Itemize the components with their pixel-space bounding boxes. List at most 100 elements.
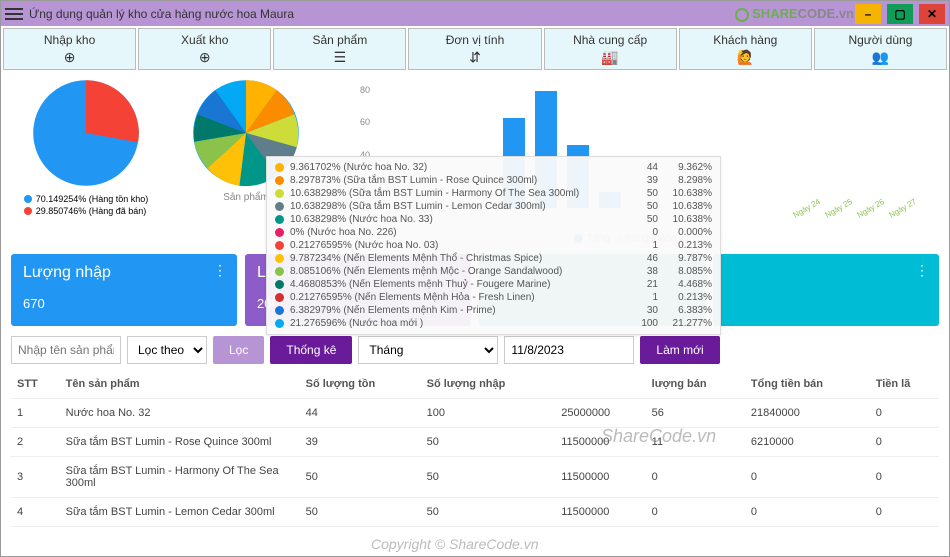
- table-row[interactable]: 3Sữa tắm BST Lumin - Harmony Of The Sea …: [11, 457, 939, 498]
- card-luong-nhap[interactable]: Lượng nhập 670 ⋮: [11, 254, 237, 326]
- pie-chart-stock: 70.149254% (Hàng tồn kho) 29.850746% (Hà…: [11, 78, 161, 250]
- label: Khách hàng: [713, 33, 777, 47]
- plus-circle-icon: ⊕: [199, 49, 211, 66]
- col-ten[interactable]: Tên sản phẩm: [60, 370, 300, 399]
- cell-ten: Sữa tắm BST Lumin - Lemon Cedar 300ml: [60, 498, 300, 527]
- plus-circle-icon: ⊕: [64, 49, 76, 66]
- table-row[interactable]: 1Nước hoa No. 32441002500000056218400000: [11, 399, 939, 428]
- cell-tongtien: 6210000: [745, 428, 870, 457]
- titlebar: Ứng dụng quản lý kho cửa hàng nước hoa M…: [1, 1, 949, 26]
- cell-tienlai: 0: [870, 399, 939, 428]
- date-input[interactable]: [504, 336, 634, 364]
- filter-button[interactable]: Lọc: [213, 336, 264, 364]
- tooltip-row: 6.382979% (Nến Elements mệnh Kim - Prime…: [267, 304, 720, 317]
- cell-tongtien: 0: [745, 498, 870, 527]
- card-value: 670: [23, 296, 225, 311]
- cell-slton: 50: [300, 457, 421, 498]
- cell-tongtien: 0: [745, 457, 870, 498]
- tooltip-row: 4.4680853% (Nến Elements mệnh Thuỷ - Fou…: [267, 278, 720, 291]
- cell-gia: 11500000: [555, 498, 645, 527]
- btn-xuat-kho[interactable]: Xuất kho ⊕: [138, 28, 271, 70]
- product-table: STT Tên sản phẩm Số lượng tồn Số lượng n…: [1, 370, 949, 527]
- cell-tienlai: 0: [870, 457, 939, 498]
- filter-by-select[interactable]: Lọc theo: [127, 336, 207, 364]
- btn-khach-hang[interactable]: Khách hàng 🙋: [679, 28, 812, 70]
- cell-ten: Sữa tắm BST Lumin - Rose Quince 300ml: [60, 428, 300, 457]
- cell-ten: Nước hoa No. 32: [60, 399, 300, 428]
- unit-icon: ⇵: [469, 49, 481, 66]
- cell-slban: 11: [646, 428, 745, 457]
- users-icon: 👥: [872, 49, 889, 66]
- tooltip-row: 10.638298% (Sữa tắm BST Lumin - Harmony …: [267, 187, 720, 200]
- period-select[interactable]: Tháng: [358, 336, 498, 364]
- pie1-legend: 70.149254% (Hàng tồn kho) 29.850746% (Hà…: [24, 194, 149, 218]
- cell-gia: 11500000: [555, 428, 645, 457]
- thongke-button[interactable]: Thống kê: [270, 336, 352, 364]
- svg-text:80: 80: [360, 85, 370, 95]
- search-input[interactable]: [11, 336, 121, 364]
- tooltip-row: 8.085106% (Nến Elements mệnh Mộc - Orang…: [267, 265, 720, 278]
- svg-text:Ngày 27: Ngày 27: [888, 197, 919, 220]
- cell-gia: 25000000: [555, 399, 645, 428]
- tooltip-row: 10.638298% (Sữa tắm BST Lumin - Lemon Ce…: [267, 200, 720, 213]
- btn-nhap-kho[interactable]: Nhập kho⊕: [3, 28, 136, 70]
- tooltip-row: 9.361702% (Nước hoa No. 32)449.362%: [267, 161, 720, 174]
- card-4[interactable]: ⋮: [713, 254, 939, 326]
- more-icon[interactable]: ⋮: [213, 262, 227, 279]
- card-label: Lượng nhập: [23, 264, 225, 282]
- label: Sản phẩm: [313, 33, 368, 47]
- legend-item: 29.850746% (Hàng đã bán): [36, 206, 147, 216]
- main-toolbar: Nhập kho⊕ Xuất kho ⊕ Sản phẩm ☰ Đơn vị tín…: [1, 26, 949, 72]
- filter-bar: Lọc theo Lọc Thống kê Tháng Làm mới: [1, 330, 949, 370]
- svg-text:60: 60: [360, 117, 370, 127]
- btn-don-vi-tinh[interactable]: Đơn vị tính ⇵: [408, 28, 541, 70]
- cell-slnhap: 50: [421, 457, 556, 498]
- tooltip-row: 0.21276595% (Nước hoa No. 03)10.213%: [267, 239, 720, 252]
- tooltip-row: 0.21276595% (Nến Elements Mệnh Hỏa - Fre…: [267, 291, 720, 304]
- table-row[interactable]: 4Sữa tắm BST Lumin - Lemon Cedar 300ml50…: [11, 498, 939, 527]
- lammoi-button[interactable]: Làm mới: [640, 336, 719, 364]
- cell-stt: 4: [11, 498, 60, 527]
- cell-tongtien: 21840000: [745, 399, 870, 428]
- cell-gia: 11500000: [555, 457, 645, 498]
- btn-nha-cung-cap[interactable]: Nhà cung cấp🏭: [544, 28, 677, 70]
- col-slban[interactable]: lượng bán: [646, 370, 745, 399]
- cell-slban: 0: [646, 498, 745, 527]
- svg-text:Ngày 26: Ngày 26: [856, 197, 887, 220]
- btn-san-pham[interactable]: Sản phẩm ☰: [273, 28, 406, 70]
- label: Người dùng: [848, 33, 912, 47]
- cell-slton: 44: [300, 399, 421, 428]
- product-icon: ☰: [334, 49, 347, 66]
- tooltip-row: 9.787234% (Nến Elements Mệnh Thổ - Chris…: [267, 252, 720, 265]
- table-header-row: STT Tên sản phẩm Số lượng tồn Số lượng n…: [11, 370, 939, 399]
- legend-item: 70.149254% (Hàng tồn kho): [36, 194, 149, 204]
- menu-icon[interactable]: [5, 8, 23, 20]
- col-gia[interactable]: [555, 370, 645, 399]
- maximize-button[interactable]: ▢: [887, 4, 913, 24]
- col-slton[interactable]: Số lượng tồn: [300, 370, 421, 399]
- label: Xuất kho: [181, 33, 228, 47]
- col-tongtien[interactable]: Tổng tiền bán: [745, 370, 870, 399]
- watermark-copyright: Copyright © ShareCode.vn: [371, 536, 539, 552]
- col-slnhap[interactable]: Số lượng nhập: [421, 370, 556, 399]
- label: Đơn vị tính: [446, 33, 505, 47]
- supplier-icon: 🏭: [601, 49, 618, 66]
- cell-tienlai: 0: [870, 428, 939, 457]
- cell-slnhap: 50: [421, 498, 556, 527]
- minimize-button[interactable]: –: [855, 4, 881, 24]
- col-stt[interactable]: STT: [11, 370, 60, 399]
- customer-icon: 🙋: [737, 49, 754, 66]
- btn-nguoi-dung[interactable]: Người dùng 👥: [814, 28, 947, 70]
- close-button[interactable]: ✕: [919, 4, 945, 24]
- tooltip-row: 0% (Nước hoa No. 226)00.000%: [267, 226, 720, 239]
- cell-slton: 50: [300, 498, 421, 527]
- cell-slnhap: 50: [421, 428, 556, 457]
- col-tienlai[interactable]: Tiền lã: [870, 370, 939, 399]
- cell-slban: 56: [646, 399, 745, 428]
- cell-slton: 39: [300, 428, 421, 457]
- cell-stt: 1: [11, 399, 60, 428]
- table-row[interactable]: 2Sữa tắm BST Lumin - Rose Quince 300ml39…: [11, 428, 939, 457]
- more-icon[interactable]: ⋮: [915, 262, 929, 279]
- cell-slban: 0: [646, 457, 745, 498]
- svg-text:Ngày 25: Ngày 25: [824, 197, 855, 220]
